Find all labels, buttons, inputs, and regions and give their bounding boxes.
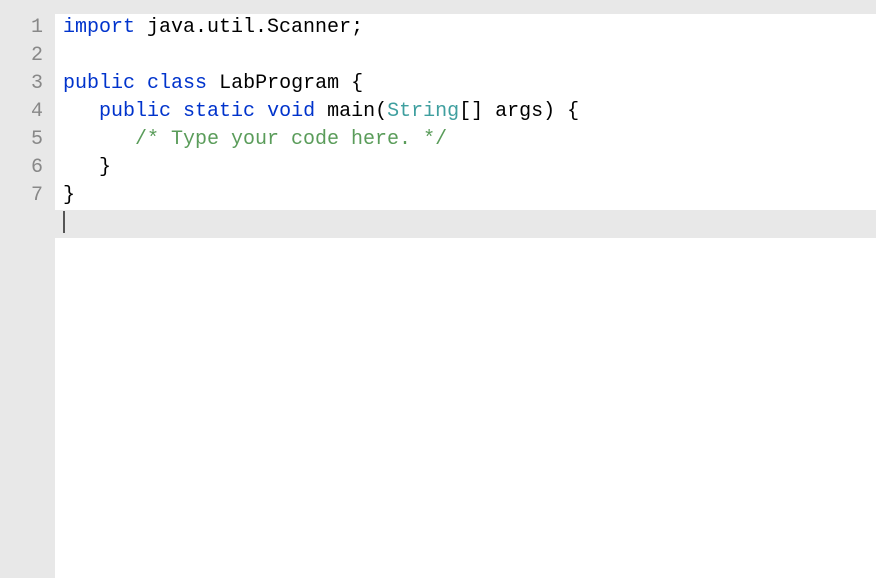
line-number: 3 xyxy=(0,70,55,98)
code-text xyxy=(135,72,147,95)
code-text: java.util.Scanner; xyxy=(147,16,363,39)
code-text: LabProgram { xyxy=(219,72,363,95)
code-line[interactable]: public static void main(String[] args) { xyxy=(55,98,876,126)
type-string: String xyxy=(387,100,459,123)
line-number-gutter: 1 2 3 4 5 6 7 8 xyxy=(0,14,55,578)
code-indent xyxy=(63,156,99,179)
keyword-public: public xyxy=(99,100,171,123)
code-text xyxy=(255,100,267,123)
code-line[interactable]: import java.util.Scanner; xyxy=(55,14,876,42)
code-content-area[interactable]: import java.util.Scanner; public class L… xyxy=(55,14,876,578)
keyword-public: public xyxy=(63,72,135,95)
code-line[interactable]: } xyxy=(55,154,876,182)
code-text: args) { xyxy=(483,100,579,123)
line-number: 4 xyxy=(0,98,55,126)
line-number: 5 xyxy=(0,126,55,154)
code-line[interactable] xyxy=(55,210,876,238)
code-text xyxy=(171,100,183,123)
code-text xyxy=(207,72,219,95)
code-text: [] xyxy=(459,100,483,123)
code-line[interactable]: public class LabProgram { xyxy=(55,70,876,98)
keyword-void: void xyxy=(267,100,315,123)
code-line[interactable] xyxy=(55,42,876,70)
code-line[interactable]: /* Type your code here. */ xyxy=(55,126,876,154)
keyword-import: import xyxy=(63,16,135,39)
text-cursor xyxy=(63,211,65,233)
line-number: 1 xyxy=(0,14,55,42)
code-text xyxy=(315,100,327,123)
keyword-class: class xyxy=(147,72,207,95)
line-number: 6 xyxy=(0,154,55,182)
code-editor[interactable]: 1 2 3 4 5 6 7 8 import java.util.Scanner… xyxy=(0,0,876,578)
comment-text: /* Type your code here. */ xyxy=(135,128,447,151)
code-text: main( xyxy=(327,100,387,123)
code-text: } xyxy=(99,156,111,179)
line-number: 2 xyxy=(0,42,55,70)
code-indent xyxy=(63,128,135,151)
code-text xyxy=(135,16,147,39)
code-text: } xyxy=(63,184,75,207)
line-number: 7 xyxy=(0,182,55,210)
keyword-static: static xyxy=(183,100,255,123)
code-indent xyxy=(63,100,99,123)
code-line[interactable]: } xyxy=(55,182,876,210)
